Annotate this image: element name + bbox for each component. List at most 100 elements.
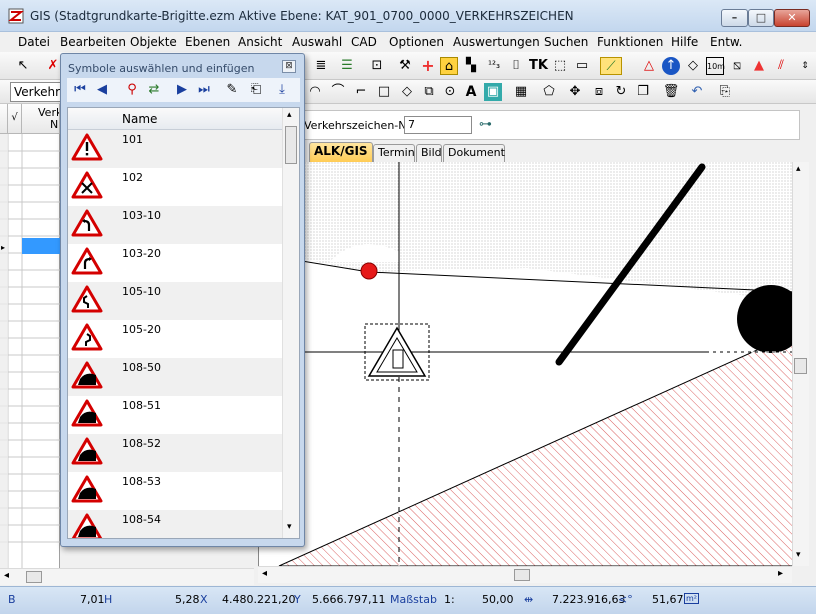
place-icon[interactable]: ⤓ — [273, 81, 291, 99]
map-scroll-left-icon[interactable]: ◂ — [262, 568, 267, 579]
camera-icon[interactable]: ⌷ — [507, 57, 525, 75]
trash-icon[interactable]: 🗑 — [662, 83, 680, 101]
frame-select-icon[interactable]: ⬚ — [551, 57, 569, 75]
symbol-scroll-down-icon[interactable]: ▾ — [287, 522, 292, 532]
map-vscroll-thumb[interactable] — [794, 358, 807, 374]
measure-icon[interactable]: ⟋ — [600, 57, 622, 75]
symbol-list-item[interactable]: 108-50 — [68, 358, 282, 396]
warning-sign-icon[interactable]: △ — [640, 57, 658, 75]
map-horizontal-scrollbar[interactable]: ◂ ▸ — [258, 566, 792, 583]
maximize-button[interactable]: □ — [748, 9, 774, 27]
symbol-scroll-up-icon[interactable]: ▴ — [287, 110, 292, 120]
tab-dokument[interactable]: Dokument — [443, 144, 505, 162]
layer-stack-icon[interactable]: ≣ — [312, 57, 330, 75]
rectangle-icon[interactable]: □ — [375, 83, 393, 101]
priority-road-icon[interactable]: ◇ — [684, 57, 702, 75]
properties-icon[interactable]: ⎘ — [716, 83, 734, 101]
table-icon[interactable]: ▦ — [512, 83, 530, 101]
curve-icon[interactable]: ⌒ — [329, 83, 347, 101]
image-icon[interactable]: ▣ — [484, 83, 502, 101]
text-icon[interactable]: A — [462, 83, 480, 101]
coordinates-icon[interactable]: ⊡ — [368, 57, 386, 75]
binoculars-icon[interactable]: ⊶ — [479, 117, 492, 132]
attribute-table[interactable]: √ Verke N ▸ — [0, 104, 60, 568]
filter-icon[interactable]: ⚲ — [123, 81, 141, 99]
tab-alk-gis[interactable]: ALK/GIS — [309, 142, 373, 162]
tab-bild[interactable]: Bild — [416, 144, 442, 162]
menu-auswahl[interactable]: Auswahl — [292, 35, 342, 49]
menu-auswertungen[interactable]: Auswertungen — [453, 35, 540, 49]
symbol-list-item[interactable]: 108-53 — [68, 472, 282, 510]
map-hscroll-thumb[interactable] — [514, 569, 530, 581]
symbol-list-item[interactable]: 108-54 — [68, 510, 282, 538]
tab-termin[interactable]: Termin — [373, 144, 415, 162]
menu-optionen[interactable]: Optionen — [389, 35, 444, 49]
distance-sign-icon[interactable]: 10m — [706, 57, 725, 75]
menu-datei[interactable]: Datei — [18, 35, 50, 49]
end-sign-icon[interactable]: ⧅ — [728, 57, 746, 75]
symbol-list-item[interactable]: 108-52 — [68, 434, 282, 472]
insert-icon[interactable]: ⎗ — [247, 81, 265, 99]
undo-icon[interactable]: ↶ — [688, 83, 706, 101]
map-vertical-scrollbar[interactable]: ▴ ▾ — [792, 162, 809, 566]
select-pointer-icon[interactable]: ↖ — [14, 57, 32, 75]
menu-ebenen[interactable]: Ebenen — [185, 35, 230, 49]
symbol-list-item[interactable]: 101 — [68, 130, 282, 168]
symbol-list-item[interactable]: 105-20 — [68, 320, 282, 358]
copy-icon[interactable]: ⧈ — [590, 83, 608, 101]
symbol-list-item[interactable]: 105-10 — [68, 282, 282, 320]
refresh-icon[interactable]: ⇄ — [145, 81, 163, 99]
minimize-button[interactable]: – — [721, 9, 748, 27]
edit-icon[interactable]: ✎ — [223, 81, 241, 99]
scroll-down-icon[interactable]: ▾ — [796, 550, 801, 560]
rotate-icon[interactable]: ↻ — [612, 83, 630, 101]
next-icon[interactable]: ▶ — [173, 81, 191, 99]
layer-select[interactable]: Verkehrs — [10, 82, 66, 102]
duplicate-icon[interactable]: ❐ — [634, 83, 652, 101]
scroll-up-icon[interactable]: ▴ — [796, 164, 801, 174]
layers-icon[interactable]: ☰ — [338, 57, 356, 75]
parallel-icon[interactable]: ⧉ — [420, 83, 438, 101]
map-canvas[interactable] — [258, 162, 796, 566]
polygon-icon[interactable]: ⬠ — [540, 83, 558, 101]
barrier-sign-icon[interactable]: ⫽ — [772, 57, 790, 75]
menu-bearbeiten[interactable]: Bearbeiten — [60, 35, 126, 49]
panel-close-button[interactable]: ⊠ — [282, 60, 296, 73]
label-tag-icon[interactable]: ⌂ — [440, 57, 458, 75]
menu-suchen[interactable]: Suchen — [544, 35, 588, 49]
polyline-icon[interactable]: ⌐ — [352, 83, 370, 101]
tk-icon[interactable]: TK — [529, 57, 548, 75]
close-button[interactable]: ✕ — [774, 9, 810, 27]
table-horizontal-scrollbar[interactable]: ◂ — [0, 568, 254, 585]
menu-cad[interactable]: CAD — [351, 35, 377, 49]
crosshair-icon[interactable]: + — [419, 57, 437, 75]
checkerboard-icon[interactable]: ▚ — [462, 57, 480, 75]
symbol-scroll-thumb[interactable] — [285, 126, 297, 164]
symbol-list-scrollbar[interactable]: ▴ ▾ — [282, 108, 299, 538]
traffic-cone-icon[interactable]: ▲ — [750, 57, 768, 75]
menu-entw[interactable]: Entw. — [710, 35, 742, 49]
arc-icon[interactable]: ◠ — [306, 83, 324, 101]
number-column-header[interactable]: Verke N — [22, 104, 60, 134]
traffic-sign-number-input[interactable]: 7 — [404, 116, 472, 134]
title-bar[interactable]: GIS (Stadtgrundkarte-Brigitte.ezm Aktive… — [0, 0, 816, 32]
symbol-list-item[interactable]: 108-51 — [68, 396, 282, 434]
menu-hilfe[interactable]: Hilfe — [671, 35, 698, 49]
move-icon[interactable]: ✥ — [566, 83, 584, 101]
table-scroll-thumb[interactable] — [26, 571, 42, 583]
window-icon[interactable]: ▭ — [573, 57, 591, 75]
symbol-list[interactable]: Name 101 102 103-10 103-20 105-10 105-20 108-5… — [67, 107, 300, 539]
symbol-list-item[interactable]: 103-20 — [68, 244, 282, 282]
symbol-list-item[interactable]: 102 — [68, 168, 282, 206]
menu-funktionen[interactable]: Funktionen — [597, 35, 663, 49]
check-column-header[interactable]: √ — [8, 104, 22, 134]
symbol-list-header[interactable]: Name — [68, 108, 282, 130]
circle-point-icon[interactable]: ⊙ — [441, 83, 459, 101]
last-icon[interactable]: ⏭ — [195, 81, 213, 99]
tools-icon[interactable]: ⚒ — [396, 57, 414, 75]
previous-icon[interactable]: ◀ — [93, 81, 111, 99]
numbering-icon[interactable]: ¹²₃ — [485, 57, 503, 75]
menu-objekte[interactable]: Objekte — [130, 35, 177, 49]
map-scroll-right-icon[interactable]: ▸ — [778, 568, 783, 579]
scale-value[interactable]: 50,00 — [482, 593, 514, 606]
